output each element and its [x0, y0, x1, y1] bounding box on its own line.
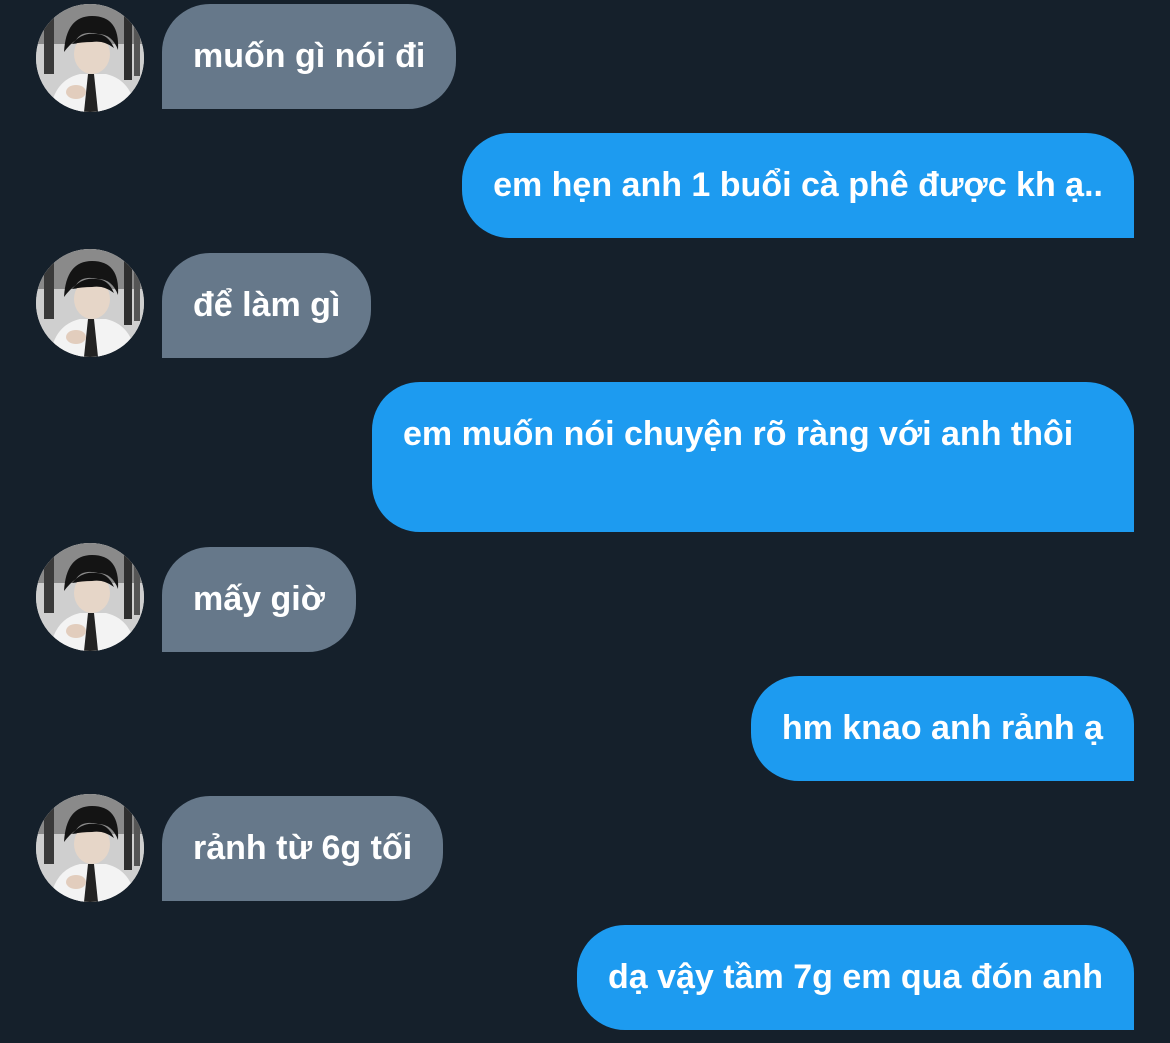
avatar[interactable]: [36, 249, 144, 357]
incoming-message-bubble[interactable]: muốn gì nói đi: [162, 4, 457, 109]
avatar[interactable]: [36, 543, 144, 651]
chat-thread: muốn gì nói đi em hẹn anh 1 buổi cà phê …: [0, 0, 1170, 1043]
outgoing-message-bubble[interactable]: hm knao anh rảnh ạ: [750, 676, 1134, 781]
message-text: rảnh từ 6g tối: [193, 829, 413, 867]
message-row: rảnh từ 6g tối: [0, 794, 1170, 902]
message-row: em muốn nói chuyện rõ ràng với anh thôi: [0, 382, 1170, 532]
contact-photo-icon: [36, 249, 144, 357]
outgoing-message-bubble[interactable]: dạ vậy tầm 7g em qua đón anh: [576, 925, 1134, 1030]
message-row: hm knao anh rảnh ạ: [0, 676, 1170, 781]
outgoing-message-bubble[interactable]: em muốn nói chuyện rõ ràng với anh thôi: [372, 382, 1134, 532]
message-row: mấy giờ: [0, 543, 1170, 652]
incoming-message-bubble[interactable]: mấy giờ: [162, 547, 356, 652]
message-text: dạ vậy tầm 7g em qua đón anh: [607, 958, 1103, 996]
incoming-message-bubble[interactable]: rảnh từ 6g tối: [162, 796, 444, 901]
message-row: em hẹn anh 1 buổi cà phê được kh ạ..: [0, 133, 1170, 238]
message-text: hm knao anh rảnh ạ: [781, 709, 1103, 747]
incoming-message-bubble[interactable]: để làm gì: [162, 253, 372, 358]
message-text: muốn gì nói đi: [193, 37, 426, 75]
message-row: dạ vậy tầm 7g em qua đón anh: [0, 925, 1170, 1030]
outgoing-message-bubble[interactable]: em hẹn anh 1 buổi cà phê được kh ạ..: [462, 133, 1134, 238]
contact-photo-icon: [36, 794, 144, 902]
contact-photo-icon: [36, 543, 144, 651]
message-text: để làm gì: [193, 286, 341, 324]
contact-photo-icon: [36, 4, 144, 112]
message-row: để làm gì: [0, 249, 1170, 358]
message-text: em muốn nói chuyện rõ ràng với anh thôi: [403, 415, 1074, 453]
avatar[interactable]: [36, 4, 144, 112]
message-text: em hẹn anh 1 buổi cà phê được kh ạ..: [493, 166, 1103, 204]
message-row: muốn gì nói đi: [0, 4, 1170, 112]
avatar[interactable]: [36, 794, 144, 902]
message-text: mấy giờ: [193, 580, 325, 618]
